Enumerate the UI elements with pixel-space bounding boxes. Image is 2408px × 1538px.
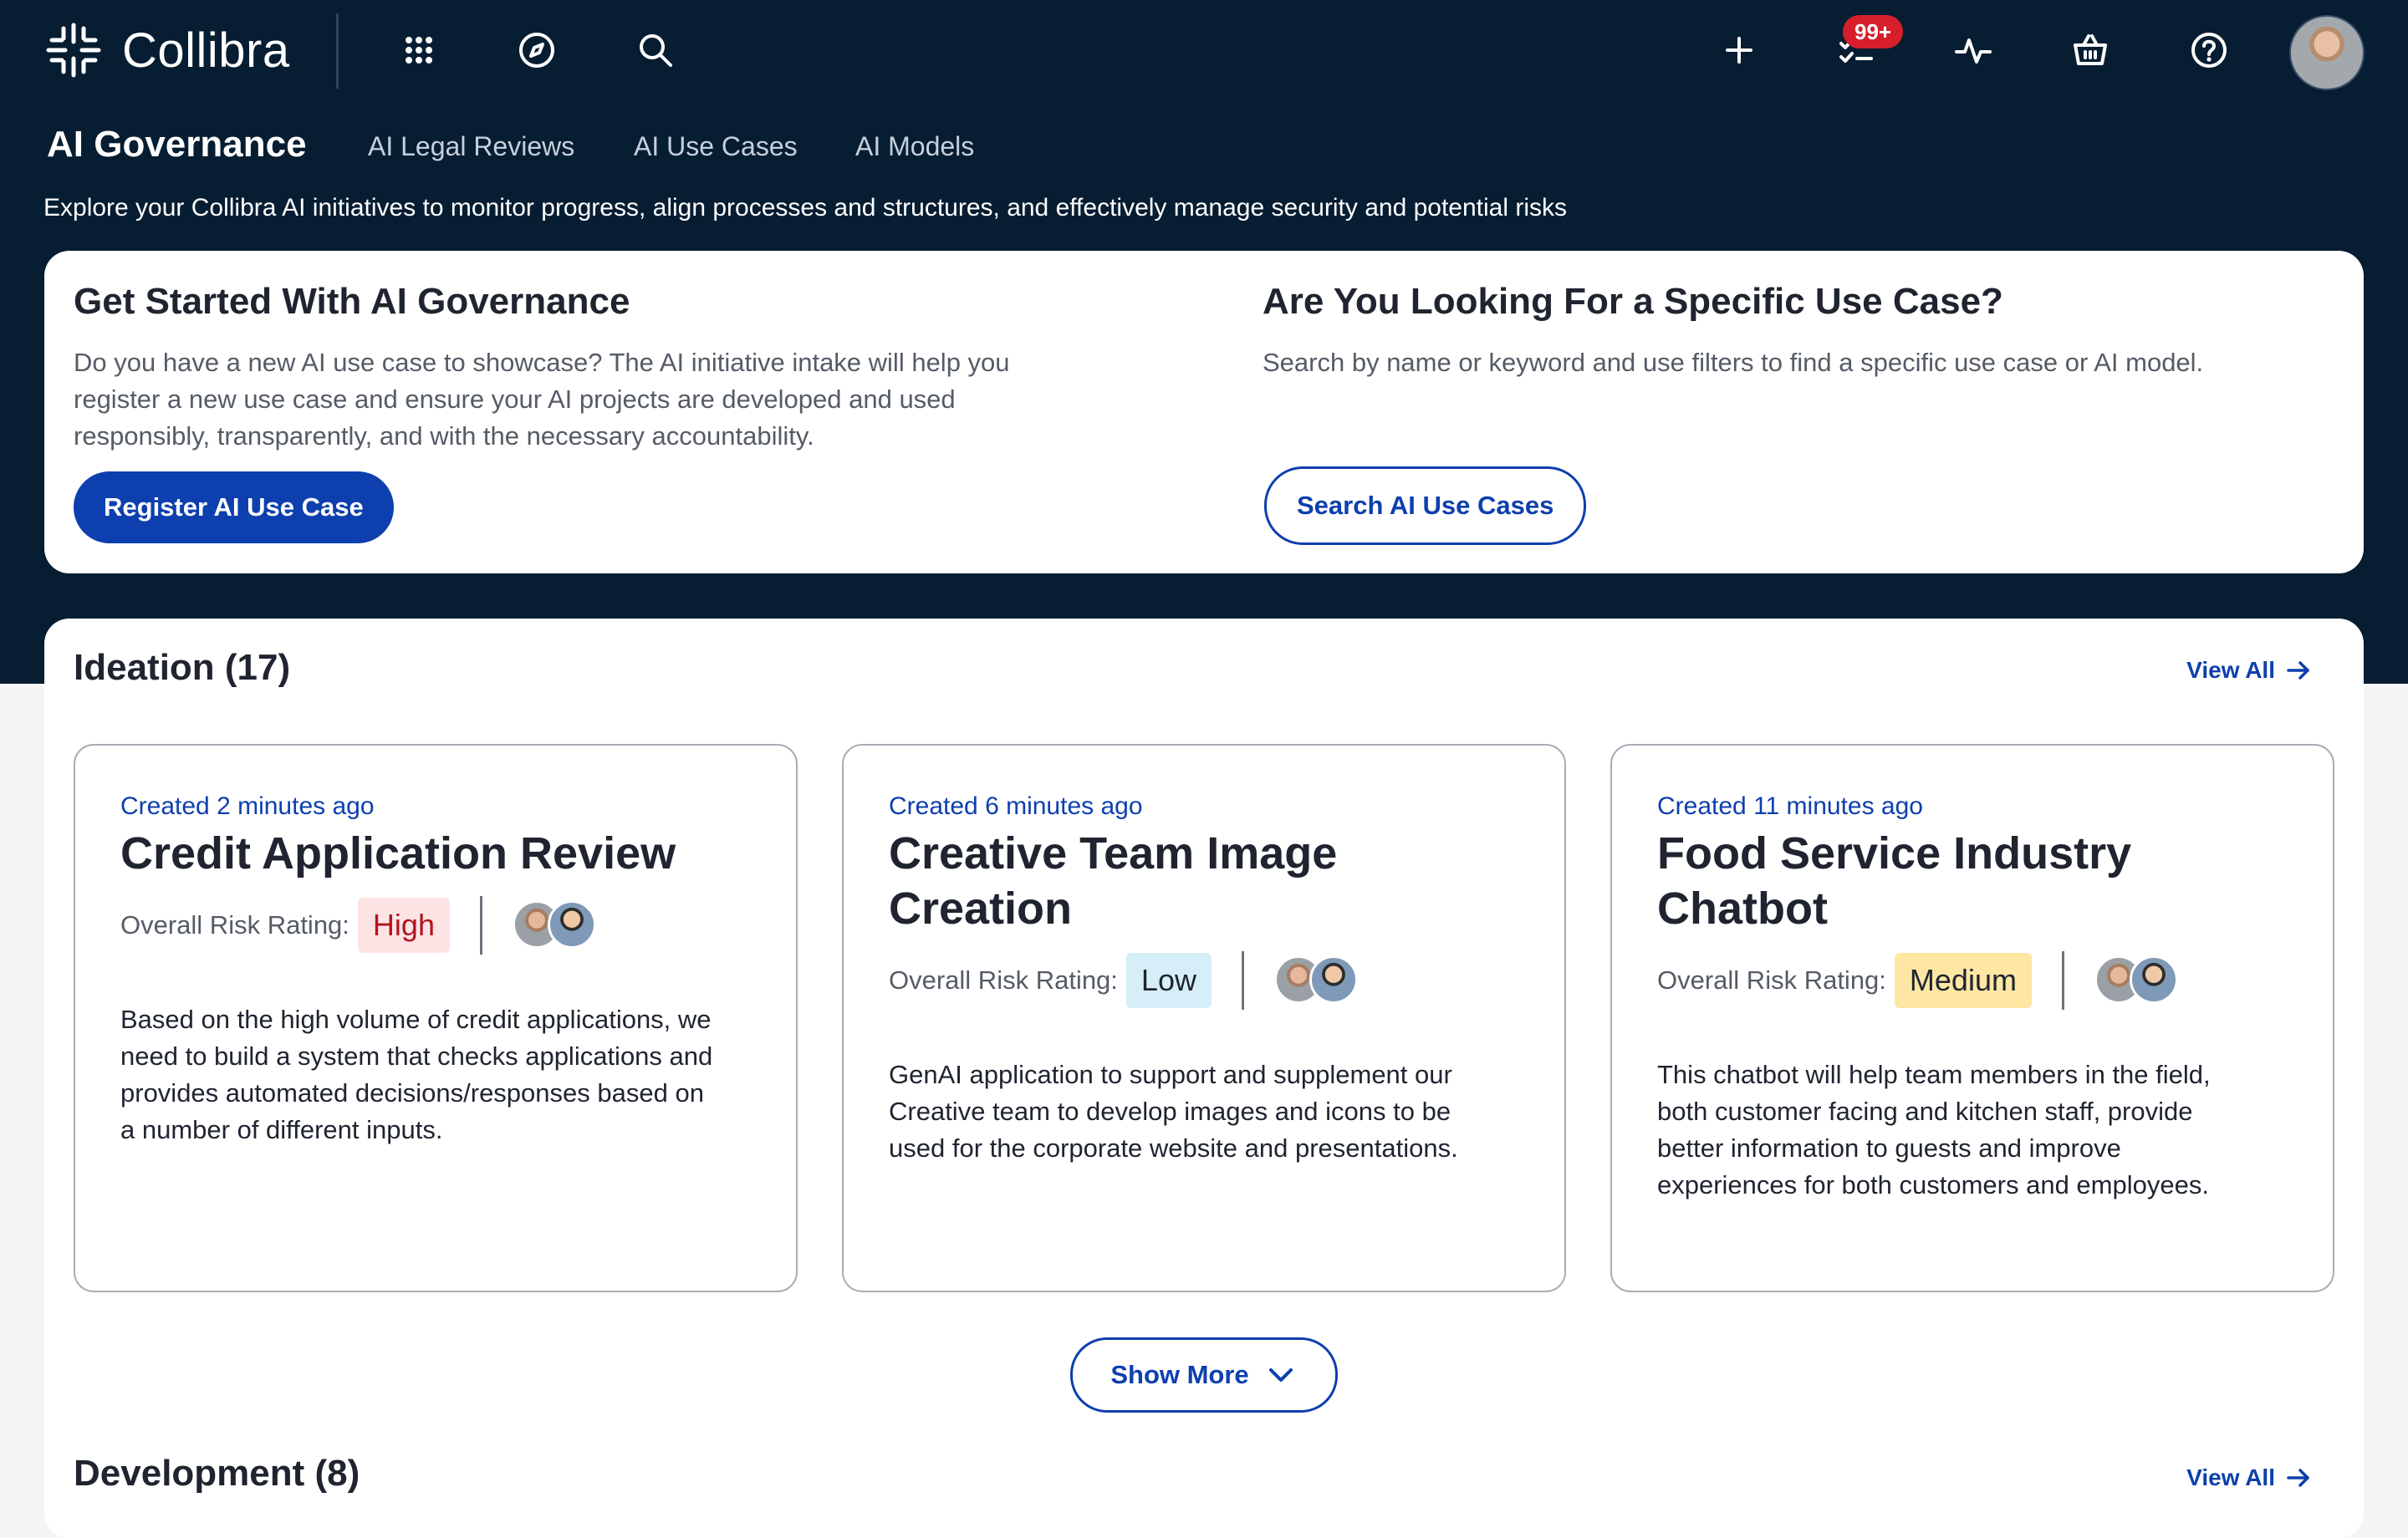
risk-row: Overall Risk Rating: Medium — [1657, 951, 2178, 1010]
card-description-line: better information to guests and improve — [1657, 1133, 2121, 1163]
use-case-card[interactable]: Created 2 minutes ago Credit Application… — [74, 744, 798, 1292]
development-title: Development (8) — [74, 1453, 360, 1494]
chevron-down-icon — [1268, 1368, 1293, 1382]
card-title-line: Credit Application Review — [120, 828, 676, 878]
card-description-line: used for the corporate website and prese… — [889, 1133, 1458, 1163]
compass-icon[interactable] — [513, 27, 560, 74]
development-view-all-link[interactable]: View All — [2186, 1463, 2314, 1493]
view-all-label: View All — [2186, 1464, 2275, 1490]
risk-label: Overall Risk Rating: — [889, 965, 1118, 995]
basket-icon[interactable] — [2067, 27, 2114, 74]
risk-label: Overall Risk Rating: — [120, 910, 349, 940]
register-ai-use-case-button[interactable]: Register AI Use Case — [74, 471, 394, 543]
hero-curve — [2358, 610, 2408, 684]
search-card-title: Are You Looking For a Specific Use Case? — [1263, 281, 2003, 322]
card-description-line: GenAI application to support and supplem… — [889, 1060, 1452, 1089]
avatar — [547, 900, 596, 949]
search-card-text: Search by name or keyword and use filter… — [1263, 348, 2204, 377]
use-case-card[interactable]: Created 6 minutes ago Creative Team Imag… — [842, 744, 1566, 1292]
tab-ai-use-cases[interactable]: AI Use Cases — [634, 131, 798, 162]
help-icon[interactable] — [2186, 27, 2232, 74]
topbar-divider — [336, 13, 339, 89]
get-started-card: Get Started With AI Governance Do you ha… — [44, 251, 2364, 573]
card-description-line: provides automated decisions/responses b… — [120, 1078, 704, 1108]
view-all-label: View All — [2186, 657, 2275, 683]
card-title-line: Creative Team Image — [889, 828, 1338, 878]
card-title: Creative Team Image Creation — [889, 826, 1541, 936]
activity-icon[interactable] — [1950, 27, 1997, 74]
card-description: This chatbot will help team members in t… — [1657, 1057, 2301, 1204]
card-title-line: Food Service Industry — [1657, 828, 2132, 878]
user-avatar[interactable] — [2289, 15, 2365, 90]
show-more-label: Show More — [1110, 1360, 1249, 1389]
use-case-card[interactable]: Created 11 minutes ago Food Service Indu… — [1610, 744, 2334, 1292]
card-title-line: Chatbot — [1657, 884, 1828, 934]
card-description-line: need to build a system that checks appli… — [120, 1041, 713, 1071]
risk-divider — [2061, 951, 2064, 1010]
card-created: Created 11 minutes ago — [1657, 792, 1923, 820]
risk-row: Overall Risk Rating: Low — [889, 951, 1358, 1010]
owner-avatars — [512, 900, 596, 950]
avatar — [1309, 955, 1358, 1004]
get-started-text-line: register a new use case and ensure your … — [74, 384, 956, 414]
card-created: Created 2 minutes ago — [120, 792, 375, 820]
card-description: Based on the high volume of credit appli… — [120, 1001, 764, 1148]
card-title-line: Creation — [889, 884, 1073, 934]
search-ai-use-cases-button[interactable]: Search AI Use Cases — [1264, 466, 1587, 545]
card-description-line: Based on the high volume of credit appli… — [120, 1005, 712, 1034]
tab-ai-models[interactable]: AI Models — [855, 131, 974, 162]
collibra-logo[interactable]: Collibra — [43, 20, 290, 80]
ideation-view-all-link[interactable]: View All — [2186, 655, 2314, 685]
get-started-title: Get Started With AI Governance — [74, 281, 630, 322]
risk-badge-high: High — [357, 898, 450, 953]
card-description-line: This chatbot will help team members in t… — [1657, 1060, 2211, 1089]
risk-divider — [1241, 951, 1244, 1010]
card-title: Credit Application Review — [120, 826, 773, 881]
apps-grid-icon[interactable] — [395, 27, 442, 74]
card-description-line: a number of different inputs. — [120, 1115, 443, 1144]
owner-avatars — [2094, 955, 2178, 1006]
tab-ai-legal-reviews[interactable]: AI Legal Reviews — [368, 131, 574, 162]
risk-label: Overall Risk Rating: — [1657, 965, 1886, 995]
owner-avatars — [1273, 955, 1358, 1006]
arrow-right-icon — [2287, 1469, 2309, 1487]
module-title: AI Governance — [47, 124, 307, 165]
card-description: GenAI application to support and supplem… — [889, 1057, 1533, 1167]
collibra-logo-icon — [46, 23, 101, 78]
top-bar: Collibra 99+ — [0, 0, 2408, 102]
arrow-right-icon — [2287, 661, 2309, 680]
card-description-line: Creative team to develop images and icon… — [889, 1097, 1451, 1126]
module-intro: Explore your Collibra AI initiatives to … — [43, 194, 1568, 222]
plus-icon[interactable] — [1716, 27, 1763, 74]
app-name: Collibra — [122, 23, 290, 78]
get-started-text-line: Do you have a new AI use case to showcas… — [74, 348, 1010, 377]
search-icon[interactable] — [632, 27, 679, 74]
risk-badge-low: Low — [1125, 953, 1212, 1008]
get-started-text: Do you have a new AI use case to showcas… — [74, 344, 1010, 455]
card-title: Food Service Industry Chatbot — [1657, 826, 2309, 936]
get-started-text-line: responsibly, transparently, and with the… — [74, 421, 814, 451]
card-description-line: experiences for both customers and emplo… — [1657, 1170, 2209, 1199]
ideation-title: Ideation (17) — [74, 647, 291, 688]
risk-row: Overall Risk Rating: High — [120, 896, 596, 955]
risk-badge-medium: Medium — [1894, 953, 2032, 1008]
card-description-line: both customer facing and kitchen staff, … — [1657, 1097, 2193, 1126]
show-more-button[interactable]: Show More — [1070, 1337, 1338, 1413]
notifications-badge: 99+ — [1843, 15, 1904, 48]
card-created: Created 6 minutes ago — [889, 792, 1143, 820]
risk-divider — [479, 896, 482, 955]
avatar — [2129, 955, 2178, 1004]
ideation-panel: Ideation (17) View All Created 2 minutes… — [44, 619, 2364, 1538]
